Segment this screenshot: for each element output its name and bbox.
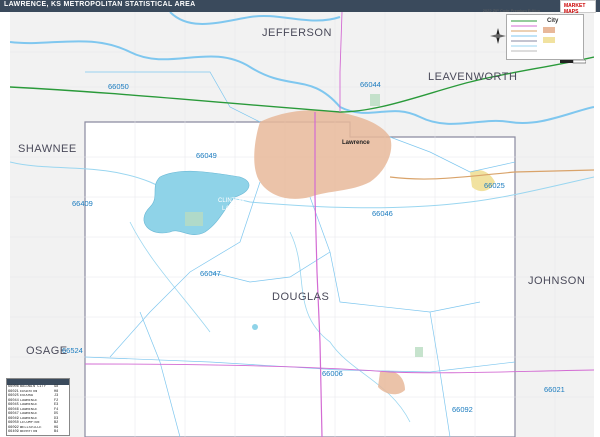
zip-label: 66025 <box>484 181 505 190</box>
map-legend: City <box>506 14 584 60</box>
scale-bar <box>560 60 586 64</box>
logo-text: MARKET MAPS <box>564 3 586 15</box>
table-cell-city: BERRYTON <box>20 430 38 434</box>
zip-table-rows: 66006 BALDWIN CITY G8 66021 EDGERTON H8 66025 E… <box>7 385 69 435</box>
county-label-leavenworth: LEAVENWORTH <box>428 71 517 83</box>
shawnee-county-area <box>10 12 85 272</box>
zip-label: 66524 <box>62 346 83 355</box>
zip-label: 66409 <box>72 199 93 208</box>
county-label-douglas: DOUGLAS <box>272 291 329 303</box>
map-canvas: JEFFERSON LEAVENWORTH SHAWNEE DOUGLAS JO… <box>10 12 594 437</box>
edition-label: 2022 ZIP Code Premium Edition <box>482 8 540 13</box>
table-row: 66409 BERRYTON B4 <box>7 430 69 435</box>
legend-lines <box>511 20 555 52</box>
city-label-lawrence: Lawrence <box>342 140 370 146</box>
lone-star-lake <box>252 324 258 330</box>
zip-label: 66044 <box>360 80 381 89</box>
lake-label-clinton: CLINTON <box>218 198 244 204</box>
park-area <box>370 94 380 106</box>
legend-city-label: City <box>547 18 559 24</box>
zip-code-table: 66006 BALDWIN CITY G8 66021 EDGERTON H8 66025 E… <box>6 378 70 436</box>
table-cell-zip: 66409 <box>8 430 19 434</box>
zip-label: 66050 <box>108 82 129 91</box>
zip-label: 66047 <box>200 269 221 278</box>
zip-label: 66021 <box>544 385 565 394</box>
county-label-jefferson: JEFFERSON <box>262 27 332 39</box>
compass-icon <box>490 28 506 44</box>
park-area <box>415 347 423 357</box>
zip-label: 66006 <box>322 369 343 378</box>
county-label-johnson: JOHNSON <box>528 275 585 287</box>
lake-label-lake: LAKE <box>222 206 237 212</box>
zip-label: 66092 <box>452 405 473 414</box>
publisher-logo: MARKET MAPS <box>560 0 596 15</box>
county-label-shawnee: SHAWNEE <box>18 143 77 155</box>
park-area <box>185 212 203 226</box>
map-frame: LAWRENCE, KS METROPOLITAN STATISTICAL AR… <box>0 0 600 437</box>
zip-label: 66049 <box>196 151 217 160</box>
zip-label: 66046 <box>372 209 393 218</box>
map-title: LAWRENCE, KS METROPOLITAN STATISTICAL AR… <box>4 1 196 8</box>
table-cell-n: B4 <box>54 430 59 434</box>
